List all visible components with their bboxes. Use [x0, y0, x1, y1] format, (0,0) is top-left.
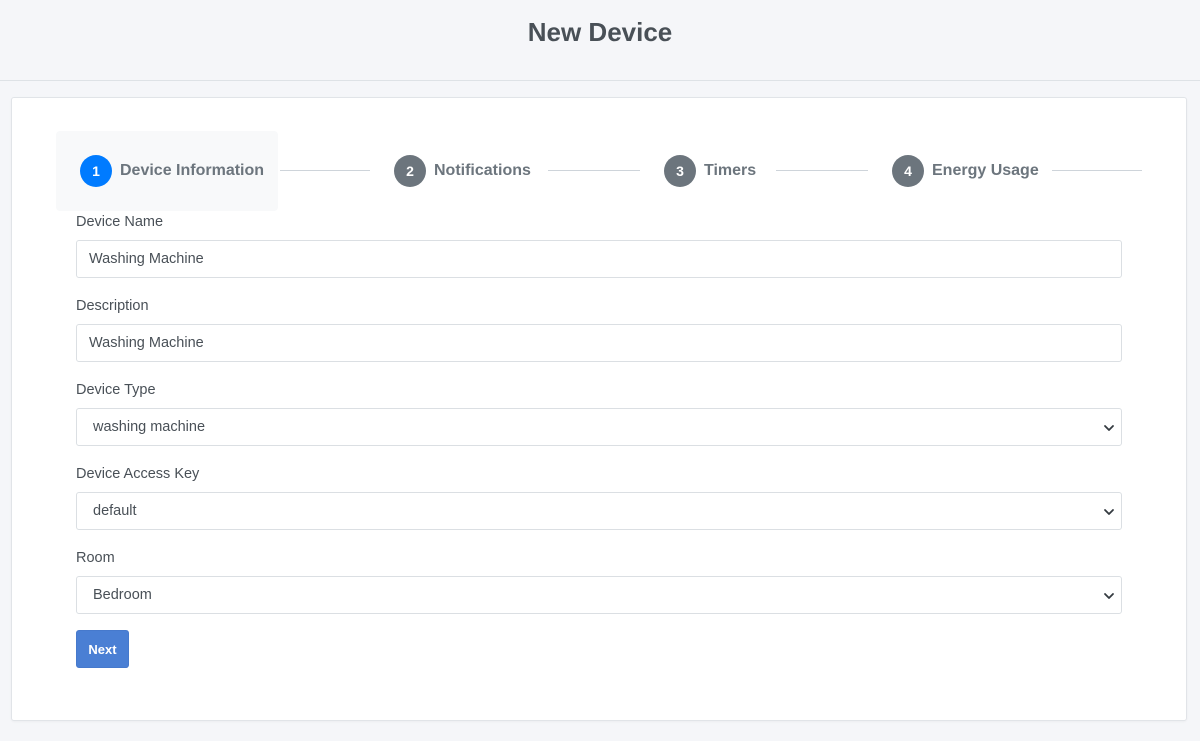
room-group: Room Bedroom	[76, 548, 1122, 614]
access-key-group: Device Access Key default	[76, 464, 1122, 530]
page-title: New Device	[527, 16, 673, 47]
step-connector	[1052, 170, 1142, 171]
next-button[interactable]: Next	[76, 630, 129, 668]
device-type-group: Device Type washing machine	[76, 380, 1122, 446]
description-input[interactable]: Washing Machine	[76, 324, 1122, 362]
room-select[interactable]: Bedroom	[76, 576, 1122, 614]
step-label: Notifications	[434, 162, 531, 179]
device-name-group: Device Name Washing Machine	[76, 212, 1122, 278]
step-label: Timers	[704, 162, 757, 179]
step-notifications[interactable]: 2 Notifications	[394, 131, 531, 211]
device-name-input[interactable]: Washing Machine	[76, 240, 1122, 278]
step-number-badge: 4	[892, 155, 924, 187]
room-value: Bedroom	[93, 587, 152, 603]
device-type-label: Device Type	[76, 382, 156, 398]
description-value: Washing Machine	[89, 335, 204, 351]
form-card: 1 Device Information 2 Notifications 3 T…	[11, 97, 1187, 721]
chevron-down-icon	[1104, 593, 1114, 599]
step-timers[interactable]: 3 Timers	[664, 131, 756, 211]
access-key-label: Device Access Key	[76, 466, 200, 482]
room-label: Room	[76, 550, 115, 566]
device-type-select[interactable]: washing machine	[76, 408, 1122, 446]
step-connector	[548, 170, 640, 171]
description-label: Description	[76, 298, 149, 314]
device-type-value: washing machine	[93, 419, 206, 435]
access-key-select[interactable]: default	[76, 492, 1122, 530]
step-connector	[280, 170, 370, 171]
step-number-badge: 3	[664, 155, 696, 187]
step-label: Device Information	[120, 162, 265, 179]
step-number-badge: 2	[394, 155, 426, 187]
step-label: Energy Usage	[932, 162, 1039, 179]
access-key-value: default	[93, 503, 137, 519]
device-name-value: Washing Machine	[89, 251, 204, 267]
description-group: Description Washing Machine	[76, 296, 1122, 362]
chevron-down-icon	[1104, 509, 1114, 515]
device-name-label: Device Name	[76, 214, 164, 230]
stepper: 1 Device Information 2 Notifications 3 T…	[56, 131, 1146, 211]
step-connector	[776, 170, 868, 171]
step-device-information[interactable]: 1 Device Information	[56, 131, 278, 211]
step-energy-usage[interactable]: 4 Energy Usage	[892, 131, 1039, 211]
chevron-down-icon	[1104, 425, 1114, 431]
page-header: New Device	[0, 0, 1200, 81]
step-number-badge: 1	[80, 155, 112, 187]
